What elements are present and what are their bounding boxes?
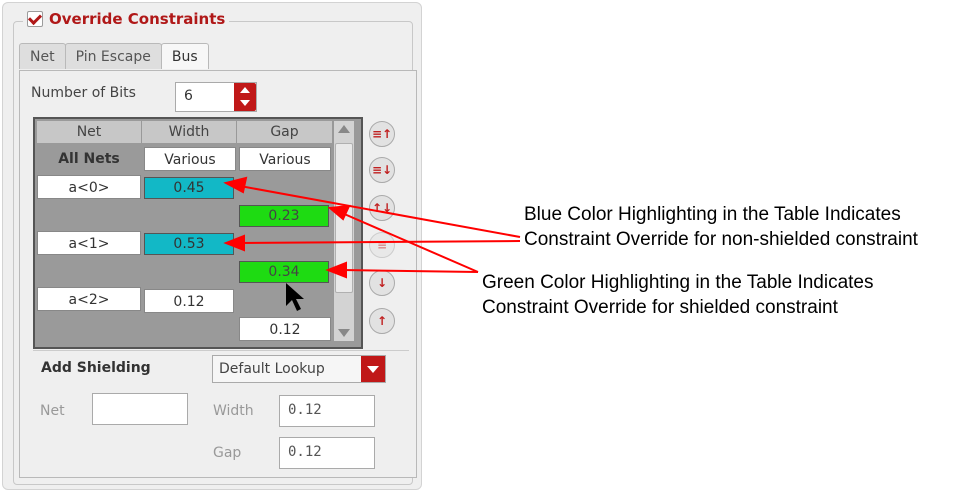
green-annotation-line2: Constraint Override for shielded constra…: [482, 297, 838, 318]
arrowhead: [327, 204, 351, 221]
mouse-cursor-icon: [286, 283, 304, 311]
arrowhead: [223, 234, 245, 252]
arrowhead: [223, 176, 248, 194]
arrow-to-gap-1: [341, 269, 479, 273]
blue-annotation-line2: Constraint Override for non-shielded con…: [524, 229, 918, 250]
blue-annotation: Blue Color Highlighting in the Table Ind…: [524, 202, 918, 252]
green-annotation: Green Color Highlighting in the Table In…: [482, 270, 874, 320]
blue-annotation-line1: Blue Color Highlighting in the Table Ind…: [524, 204, 901, 225]
tab-bus[interactable]: Bus: [160, 43, 209, 69]
arrow-to-width-1: [239, 240, 521, 244]
green-annotation-line1: Green Color Highlighting in the Table In…: [482, 272, 874, 293]
arrowhead: [325, 261, 347, 279]
